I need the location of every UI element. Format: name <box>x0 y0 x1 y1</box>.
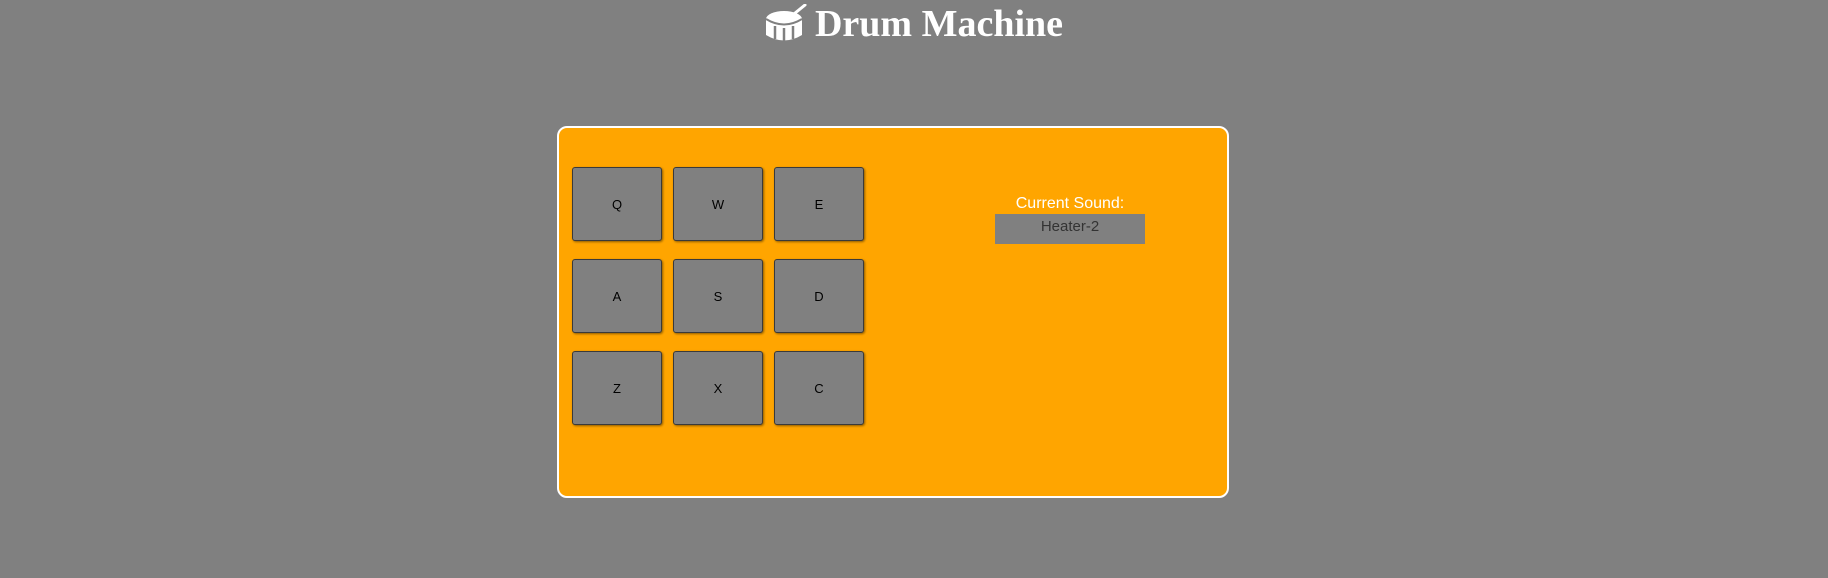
pad-label: D <box>814 288 824 304</box>
pad-label: A <box>612 288 622 304</box>
pad-label: S <box>713 288 723 304</box>
current-sound-label: Current Sound: <box>1015 195 1125 212</box>
drum-machine: Q W E A S D Z X C Current Sound: Heater-… <box>557 126 1229 498</box>
pad-label: Q <box>611 196 623 212</box>
pad-label: Z <box>613 380 621 396</box>
drum-pad-x[interactable]: X <box>673 351 763 425</box>
pad-label: W <box>711 196 725 212</box>
drum-icon <box>765 4 807 41</box>
pad-label: C <box>814 380 824 396</box>
drum-pad-d[interactable]: D <box>774 259 864 333</box>
current-sound-display: Heater-2 <box>995 214 1145 244</box>
page-title: Drum Machine <box>0 0 1828 48</box>
drum-pad-e[interactable]: E <box>774 167 864 241</box>
drum-pad-w[interactable]: W <box>673 167 763 241</box>
title-text: Drum Machine <box>814 3 1064 45</box>
drum-pad-c[interactable]: C <box>774 351 864 425</box>
drum-pad-z[interactable]: Z <box>572 351 662 425</box>
pad-label: X <box>713 380 723 396</box>
pad-label: E <box>814 196 824 212</box>
drum-pad-q[interactable]: Q <box>572 167 662 241</box>
drum-pad-s[interactable]: S <box>673 259 763 333</box>
drum-pad-a[interactable]: A <box>572 259 662 333</box>
